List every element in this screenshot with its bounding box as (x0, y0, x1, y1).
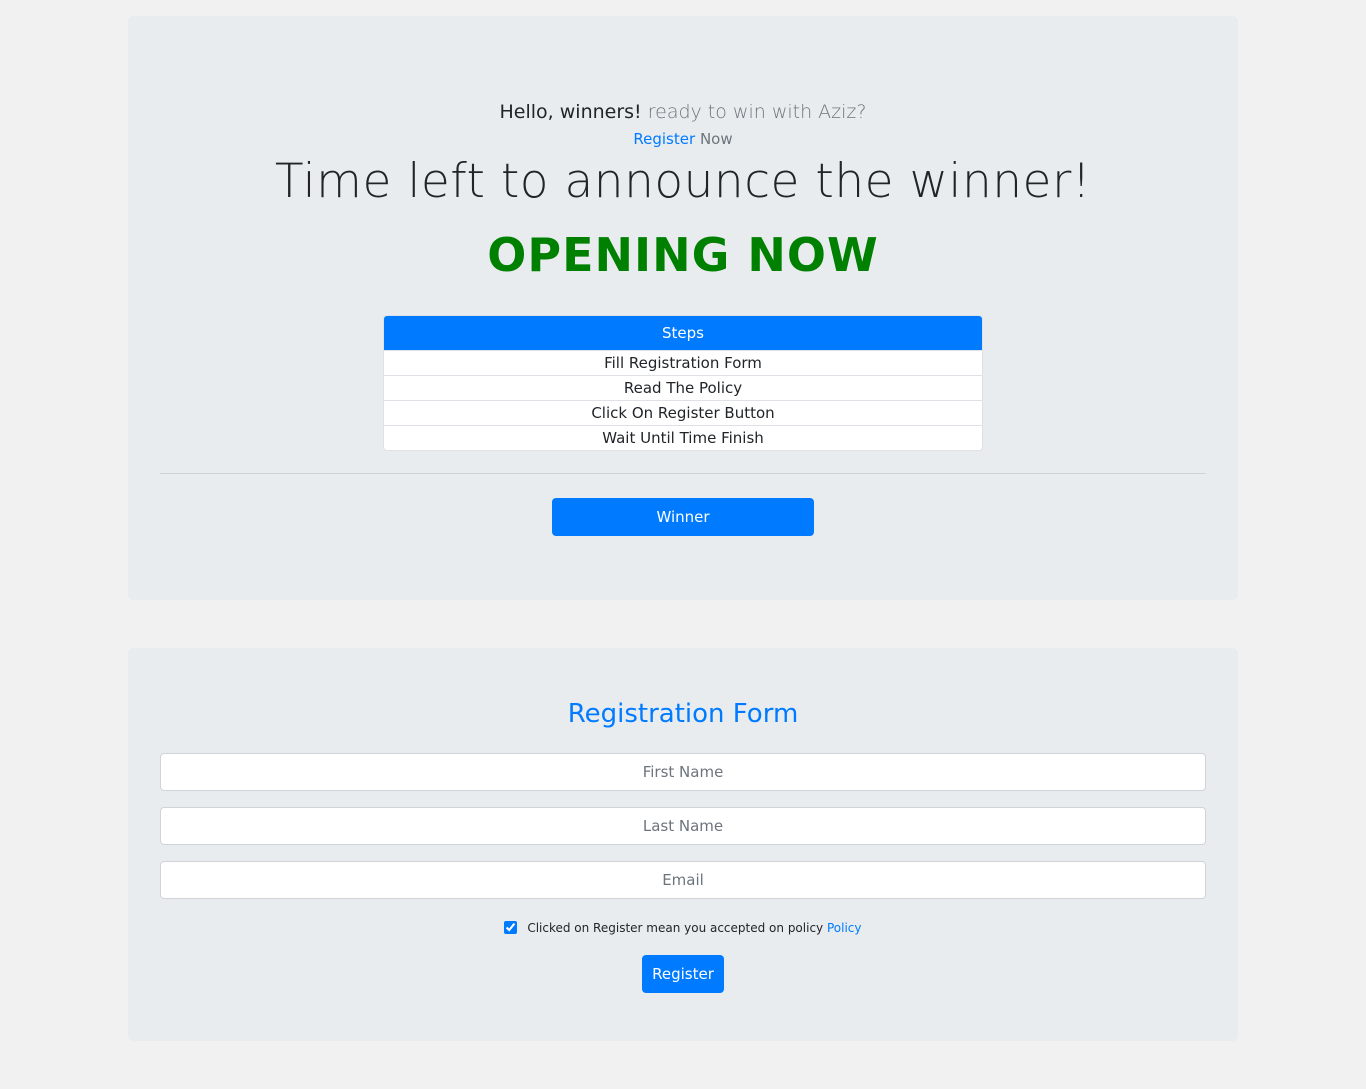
step-item: Click On Register Button (384, 400, 982, 425)
email-input[interactable] (160, 861, 1206, 899)
first-name-input[interactable] (160, 753, 1206, 791)
policy-link[interactable]: Policy (827, 921, 862, 935)
register-button[interactable]: Register (642, 955, 724, 993)
page-title: Time left to announce the winner! (274, 154, 1092, 209)
winner-button[interactable]: Winner (552, 498, 814, 536)
last-name-input[interactable] (160, 807, 1206, 845)
registration-panel: Registration Form Clicked on Register me… (128, 648, 1238, 1041)
greeting: Hello, winners! ready to win with Aziz? (128, 100, 1238, 124)
policy-consent-text: Clicked on Register mean you accepted on… (527, 921, 824, 935)
steps-list: Steps Fill Registration Form Read The Po… (383, 315, 983, 451)
register-now-suffix: Now (699, 130, 733, 148)
steps-header: Steps (384, 316, 982, 350)
step-item: Wait Until Time Finish (384, 425, 982, 450)
policy-consent: Clicked on Register mean you accepted on… (128, 919, 1238, 937)
register-link[interactable]: Register (633, 130, 695, 148)
register-now-line: Register Now (128, 129, 1238, 149)
greeting-strong: Hello, winners! (499, 101, 642, 123)
hero-panel: Hello, winners! ready to win with Aziz? … (128, 16, 1238, 600)
status-text: OPENING NOW (487, 228, 879, 282)
step-item: Fill Registration Form (384, 350, 982, 375)
policy-checkbox[interactable] (504, 921, 518, 934)
step-item: Read The Policy (384, 375, 982, 400)
registration-form-title: Registration Form (567, 699, 799, 729)
divider (160, 473, 1206, 474)
greeting-muted: ready to win with Aziz? (647, 101, 867, 123)
